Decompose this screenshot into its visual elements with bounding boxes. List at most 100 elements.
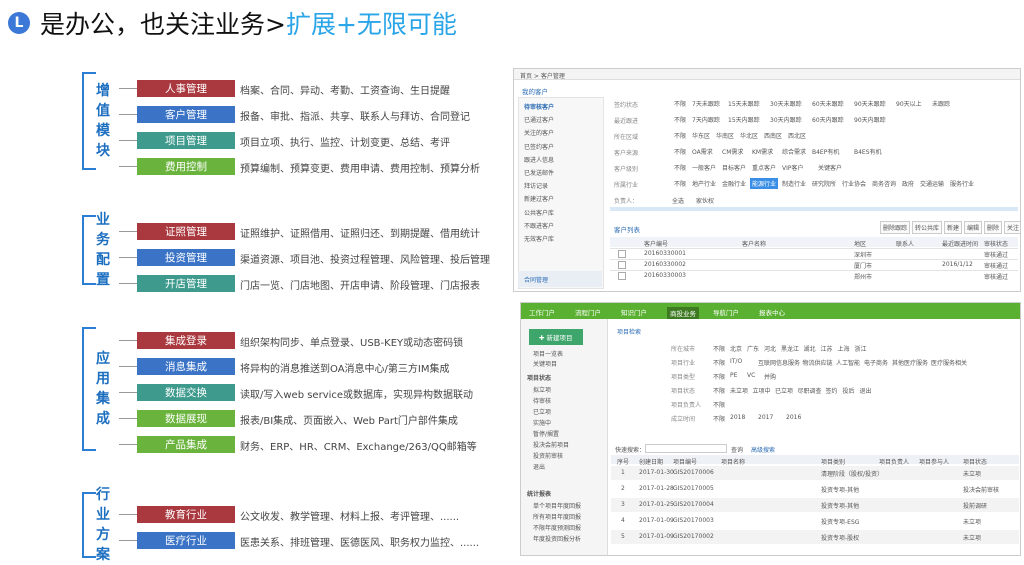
filter-option[interactable]: 黑龙江 [781,344,799,353]
row-checkbox[interactable] [618,272,626,280]
filter-option[interactable]: 目标客户 [720,162,748,173]
action-button[interactable]: 删除 [984,221,1003,234]
filter-option[interactable]: 物流供应链 [803,358,833,367]
filter-option[interactable]: 投后 [843,386,855,395]
filter-option[interactable]: 不限 [672,146,688,157]
filter-option[interactable]: 不限 [713,358,725,367]
filter-option[interactable]: 2016 [786,414,801,421]
sidebar-item[interactable]: 退出 [533,462,545,471]
filter-option[interactable]: VIP客户 [780,162,806,173]
action-button[interactable]: 转公共库 [912,221,943,234]
filter-option[interactable]: IT/O [730,358,742,365]
filter-option[interactable]: 关键客户 [816,162,844,173]
filter-option[interactable]: 7天内跟踪 [690,114,722,125]
filter-option[interactable]: PE [730,372,737,379]
sidebar-item[interactable]: 无效客户库 [524,234,554,243]
filter-option[interactable]: 未立项 [730,386,748,395]
action-button[interactable]: 删除跟踪 [880,221,911,234]
filter-option[interactable]: CM需求 [720,146,745,157]
sidebar-item[interactable]: 拟立项 [533,385,551,394]
filter-option[interactable]: 湖北 [804,344,816,353]
filter-option[interactable]: 广东 [747,344,759,353]
cell-id[interactable]: 20160330001 [644,250,686,257]
sidebar-item[interactable]: 公共客户库 [524,208,554,217]
filter-option[interactable]: 行业协会 [840,178,868,189]
filter-option[interactable]: 西南区 [762,130,784,141]
filter-option[interactable]: 已立项 [775,386,793,395]
filter-option[interactable]: 并购 [764,372,776,381]
filter-option[interactable]: 不限 [672,98,688,109]
filter-option[interactable]: 90天内跟踪 [852,114,888,125]
sidebar-item[interactable]: 项目一览表 [533,349,563,358]
filter-option[interactable]: 能源行业 [750,178,779,189]
filter-option[interactable]: 不限 [713,372,725,381]
sidebar-item[interactable]: 投资前审核 [533,451,563,460]
sidebar-item[interactable]: 关键项目 [533,359,557,368]
filter-option[interactable]: 华东区 [690,130,712,141]
sidebar-item[interactable]: 已发送邮件 [524,168,554,177]
checkbox-all[interactable]: 全选 [672,196,684,205]
filter-option[interactable]: 其他医疗服务 [892,358,928,367]
filter-option[interactable]: 服务行业 [948,178,976,189]
sidebar-item[interactable]: 已通过客户 [524,115,554,124]
filter-option[interactable]: 综合需求 [780,146,808,157]
cell-id[interactable]: 20160330003 [644,272,686,279]
filter-option[interactable]: 不限 [672,162,688,173]
filter-option[interactable]: 30天未跟踪 [768,98,804,109]
filter-option[interactable]: 北京 [730,344,742,353]
filter-option[interactable]: 河北 [764,344,776,353]
filter-option[interactable]: OA需求 [690,146,715,157]
filter-option[interactable]: 金融行业 [720,178,748,189]
filter-option[interactable]: 2018 [730,414,745,421]
query-button[interactable]: 查询 [731,445,743,454]
row-checkbox[interactable] [618,261,626,269]
filter-option[interactable]: 签约 [826,386,838,395]
sidebar-footer[interactable]: 合同管理 [524,275,548,284]
sidebar-item[interactable]: 待审核客户 [524,102,554,111]
filter-option[interactable]: 华北区 [738,130,760,141]
row-checkbox[interactable] [618,250,626,258]
filter-option[interactable]: 不限 [672,130,688,141]
sidebar-item[interactable]: 实施中 [533,418,551,427]
filter-option[interactable]: 人工智能 [836,358,860,367]
filter-option[interactable]: 浙江 [855,344,867,353]
filter-option[interactable]: 江苏 [821,344,833,353]
filter-option[interactable]: 60天未跟踪 [810,98,846,109]
filter-option[interactable]: 不限 [713,400,725,409]
filter-option[interactable]: B4ES有机 [852,146,884,157]
filter-option[interactable]: 地产行业 [690,178,718,189]
filter-option[interactable]: 制造行业 [780,178,808,189]
filter-option[interactable]: VC [747,372,755,379]
sidebar-item[interactable]: 已签约客户 [524,142,554,151]
new-project-button[interactable]: ✚ 新建项目 [529,329,583,345]
sidebar-item[interactable]: 单个项目年度回报 [533,501,581,510]
filter-option[interactable]: 尽职调查 [798,386,822,395]
advanced-search-link[interactable]: 高级搜索 [751,445,775,454]
sidebar-item[interactable]: 已立项 [533,407,551,416]
nav-tab[interactable]: 导航门户 [713,307,739,317]
filter-option[interactable]: 30天内跟踪 [768,114,804,125]
quick-search-input[interactable] [645,444,727,453]
filter-option[interactable]: 7天未跟踪 [690,98,722,109]
filter-option[interactable]: B4EP有机 [810,146,841,157]
filter-option[interactable]: 60天内跟踪 [810,114,846,125]
filter-option[interactable]: 不限 [672,178,688,189]
filter-option[interactable]: 一般客户 [690,162,718,173]
filter-option[interactable]: 华南区 [714,130,736,141]
sidebar-item[interactable]: 待审核 [533,396,551,405]
filter-option[interactable]: 15天未跟踪 [726,98,762,109]
checkbox-other[interactable]: 家伙权 [696,196,714,205]
filter-option[interactable]: 不限 [713,344,725,353]
cell-code[interactable]: GIS20170005 [673,485,714,492]
filter-option[interactable]: 90天未跟踪 [852,98,888,109]
sidebar-item[interactable]: 投决会前项目 [533,440,569,449]
cell-code[interactable]: GIS20170006 [673,469,714,476]
nav-tab[interactable]: 报表中心 [759,307,785,317]
cell-code[interactable]: GIS20170003 [673,517,714,524]
sidebar-item[interactable]: 新建过客户 [524,194,554,203]
filter-option[interactable]: 政府 [900,178,916,189]
nav-tab[interactable]: 流程门户 [575,307,601,317]
cell-id[interactable]: 20160330002 [644,261,686,268]
filter-option[interactable]: 不限 [713,386,725,395]
filter-option[interactable]: 不限 [672,114,688,125]
